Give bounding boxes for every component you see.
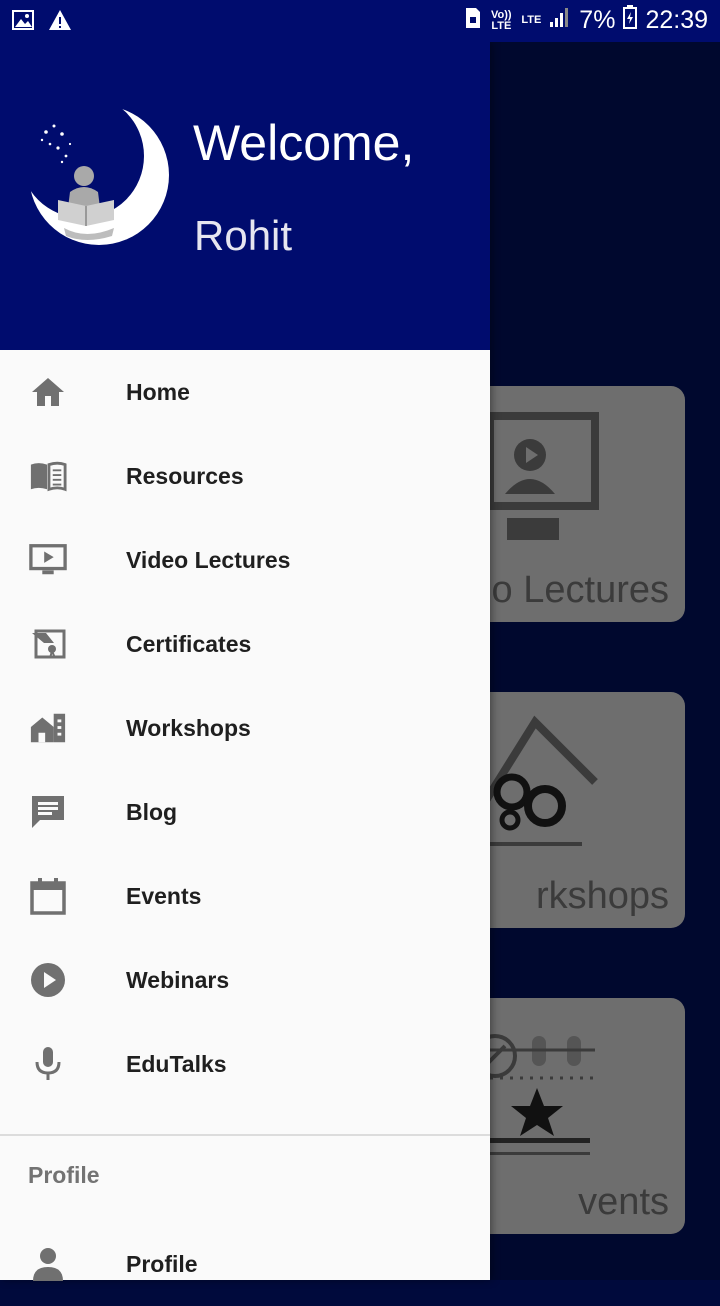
drawer-header: Welcome, Rohit: [0, 42, 490, 350]
image-icon: [12, 9, 34, 36]
drawer-item-events[interactable]: Events: [0, 854, 490, 938]
drawer-item-label: EduTalks: [126, 1051, 227, 1077]
drawer-item-label: Workshops: [126, 715, 251, 741]
drawer-item-label: Profile: [126, 1251, 198, 1277]
certificate-icon: [29, 625, 67, 663]
drawer-item-resources[interactable]: Resources: [0, 434, 490, 518]
lock-sim-icon: [465, 5, 481, 36]
drawer-item-label: Events: [126, 883, 202, 909]
drawer-item-video-lectures[interactable]: Video Lectures: [0, 518, 490, 602]
play-circle-icon: [29, 961, 67, 999]
microphone-icon: [29, 1045, 67, 1083]
navigation-drawer[interactable]: Welcome, Rohit Home Resources Video Lect…: [0, 42, 490, 1281]
drawer-item-label: Webinars: [126, 967, 230, 993]
battery-icon: [623, 5, 638, 36]
profile-section-header: Profile: [28, 1162, 100, 1188]
drawer-item-label: Home: [126, 379, 190, 405]
workshops-card-label: rkshops: [535, 875, 669, 917]
drawer-item-label: Video Lectures: [126, 547, 291, 573]
signal-icon: [549, 6, 571, 35]
welcome-title: Welcome,: [193, 115, 415, 171]
warning-icon: [48, 9, 72, 36]
building-icon: [29, 709, 67, 747]
volte-icon: Vo)) LTE: [491, 8, 512, 32]
video-lectures-card-label: o Lectures: [491, 569, 669, 611]
drawer-menu: Home Resources Video Lectures Certificat…: [0, 350, 490, 1106]
lte-icon: LTE: [521, 14, 542, 26]
drawer-item-blog[interactable]: Blog: [0, 770, 490, 854]
moon-reader-logo: [24, 100, 174, 250]
clock: 22:39: [645, 6, 708, 34]
drawer-item-webinars[interactable]: Webinars: [0, 938, 490, 1022]
home-icon: [29, 373, 67, 411]
status-bar: Vo)) LTE LTE 7% 22:39: [0, 0, 720, 42]
calendar-icon: [29, 877, 67, 915]
drawer-item-home[interactable]: Home: [0, 350, 490, 434]
drawer-item-workshops[interactable]: Workshops: [0, 686, 490, 770]
drawer-item-label: Blog: [126, 799, 178, 825]
drawer-item-label: Certificates: [126, 631, 252, 657]
drawer-item-label: Resources: [126, 463, 244, 489]
battery-text: 7%: [579, 6, 616, 34]
drawer-divider: [0, 1134, 490, 1136]
chat-icon: [29, 793, 67, 831]
drawer-item-certificates[interactable]: Certificates: [0, 602, 490, 686]
events-card-label: vents: [578, 1181, 669, 1223]
video-screen-icon: [29, 541, 67, 579]
drawer-item-profile[interactable]: Profile: [0, 1222, 490, 1306]
book-icon: [29, 457, 67, 495]
person-icon: [29, 1245, 67, 1283]
user-name: Rohit: [194, 212, 293, 259]
drawer-item-edutalks[interactable]: EduTalks: [0, 1022, 490, 1106]
